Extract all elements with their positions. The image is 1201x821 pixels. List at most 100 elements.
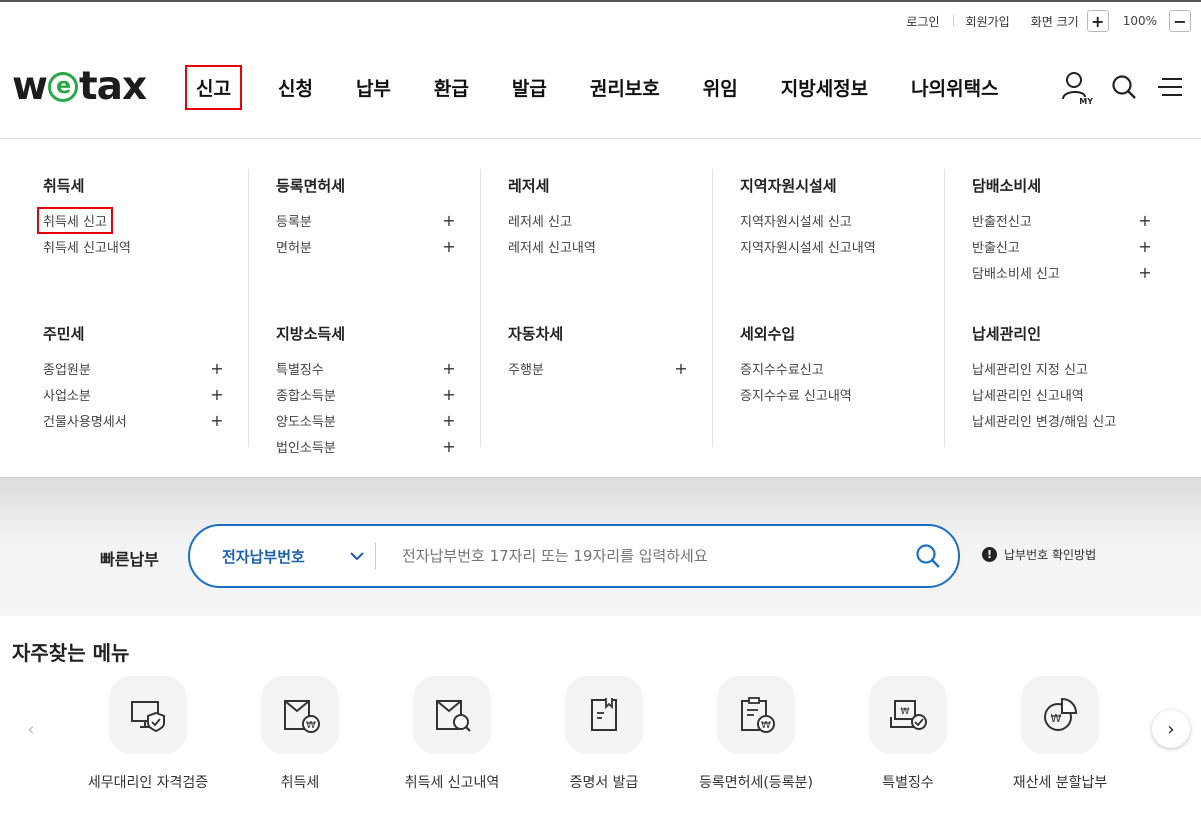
nav-item-localtax-info[interactable]: 지방세정보: [781, 74, 868, 101]
menu-group-acquisition-tax: 취득세 취득세 신고 취득세 신고내역: [37, 175, 224, 259]
zoom-out-button[interactable]: −: [1169, 10, 1191, 32]
nav-item-pay[interactable]: 납부: [356, 74, 391, 101]
menu-item-label: 취득세 신고내역: [43, 240, 131, 256]
frequent-item[interactable]: 세무대리인 자격검증: [72, 676, 224, 792]
expand-plus-icon[interactable]: +: [442, 237, 456, 256]
expand-plus-icon[interactable]: +: [442, 437, 456, 456]
menu-item-driving[interactable]: 주행분 +: [508, 355, 688, 381]
nav-item-apply[interactable]: 신청: [278, 74, 313, 101]
payment-number-input[interactable]: [376, 547, 898, 565]
top-border: [0, 0, 1201, 2]
menu-item-employee[interactable]: 종업원분 +: [43, 355, 224, 381]
expand-plus-icon[interactable]: +: [442, 359, 456, 378]
menu-item-leisure-report[interactable]: 레저세 신고: [508, 207, 688, 233]
svg-text:₩: ₩: [1051, 712, 1062, 725]
menu-item-label: 지역자원시설세 신고내역: [740, 240, 876, 256]
menu-group-title: 지역자원시설세: [740, 177, 837, 195]
menu-item-label: 면허분: [276, 240, 312, 256]
help-label: 납부번호 확인방법: [1004, 548, 1097, 562]
expand-plus-icon[interactable]: +: [1138, 237, 1152, 256]
nav-item-delegation[interactable]: 위임: [703, 74, 738, 101]
expand-plus-icon[interactable]: +: [1138, 263, 1152, 282]
menu-group-registration-license: 등록면허세 등록분 + 면허분 +: [276, 175, 456, 259]
nav-item-issue[interactable]: 발급: [512, 74, 547, 101]
menu-group-title: 취득세: [43, 177, 85, 195]
my-page-icon[interactable]: MY: [1059, 70, 1093, 106]
mega-col-2: 등록면허세 등록분 + 면허분 + 지방소득세 특별징수 + 종합소득분 + 양도소득분…: [248, 169, 480, 456]
expand-plus-icon[interactable]: +: [442, 411, 456, 430]
document-bookmark-icon: [565, 676, 643, 754]
expand-plus-icon[interactable]: +: [442, 385, 456, 404]
menu-group-tobacco-tax: 담배소비세 반출전신고 + 반출신고 + 담배소비세 신고 +: [972, 175, 1152, 285]
frequent-item[interactable]: 취득세 신고내역: [376, 676, 528, 792]
frequent-item[interactable]: 증명서 발급: [528, 676, 680, 792]
nav-item-refund[interactable]: 환급: [434, 74, 469, 101]
nav-item-my-wetax[interactable]: 나의위택스: [911, 74, 998, 101]
frequent-item[interactable]: ₩ 취득세: [224, 676, 376, 792]
nav-item-report[interactable]: 신고: [185, 64, 242, 110]
wetax-logo[interactable]: w e tax: [12, 64, 147, 109]
menu-item-registration[interactable]: 등록분 +: [276, 207, 456, 233]
menu-icon[interactable]: [1155, 70, 1189, 104]
menu-item-comprehensive[interactable]: 종합소득분 +: [276, 381, 456, 407]
signup-link[interactable]: 회원가입: [952, 13, 1023, 30]
frequent-item-label: 취득세: [280, 775, 320, 791]
menu-item-agent-history[interactable]: 납세관리인 신고내역: [972, 381, 1152, 407]
menu-item-acquisition-report[interactable]: 취득세 신고: [37, 206, 224, 234]
menu-item-shipment[interactable]: 반출신고 +: [972, 233, 1152, 259]
menu-item-acquisition-history[interactable]: 취득세 신고내역: [43, 233, 224, 259]
logo-text-tax: tax: [79, 64, 147, 109]
svg-text:₩: ₩: [306, 720, 316, 731]
zoom-in-button[interactable]: +: [1086, 10, 1109, 32]
frequent-item[interactable]: ₩ 특별징수: [832, 676, 984, 792]
carousel-prev-button[interactable]: ‹: [12, 710, 50, 748]
menu-item-tobacco-report[interactable]: 담배소비세 신고 +: [972, 259, 1152, 285]
menu-item-corporate[interactable]: 법인소득분 +: [276, 433, 456, 459]
menu-item-leisure-history[interactable]: 레저세 신고내역: [508, 233, 688, 259]
menu-item-agent-change[interactable]: 납세관리인 변경/해임 신고: [972, 407, 1152, 433]
envelope-won-icon: ₩: [261, 676, 339, 754]
expand-plus-icon[interactable]: +: [210, 411, 224, 430]
menu-item-stamp-fee-report[interactable]: 증지수수료신고: [740, 355, 920, 381]
menu-item-agent-designation[interactable]: 납세관리인 지정 신고: [972, 355, 1152, 381]
mega-col-1: 취득세 취득세 신고 취득세 신고내역 주민세 종업원분 + 사업소분 + 건물사용…: [16, 169, 248, 447]
mega-col-4: 지역자원시설세 지역자원시설세 신고 지역자원시설세 신고내역 세외수입 증지수…: [712, 169, 944, 447]
quick-pay-search-button[interactable]: [898, 543, 958, 569]
menu-item-pre-shipment[interactable]: 반출전신고 +: [972, 207, 1152, 233]
menu-item-regional-history[interactable]: 지역자원시설세 신고내역: [740, 233, 920, 259]
menu-group-non-tax-revenue: 세외수입 증지수수료신고 증지수수료 신고내역: [740, 323, 920, 407]
expand-plus-icon[interactable]: +: [1138, 211, 1152, 230]
menu-item-license[interactable]: 면허분 +: [276, 233, 456, 259]
menu-item-business[interactable]: 사업소분 +: [43, 381, 224, 407]
menu-item-transfer[interactable]: 양도소득분 +: [276, 407, 456, 433]
menu-item-stamp-fee-history[interactable]: 증지수수료 신고내역: [740, 381, 920, 407]
menu-group-local-income-tax: 지방소득세 특별징수 + 종합소득분 + 양도소득분 + 법인소득분 +: [276, 323, 456, 459]
menu-item-special-withholding[interactable]: 특별징수 +: [276, 355, 456, 381]
login-link[interactable]: 로그인: [893, 13, 952, 30]
expand-plus-icon[interactable]: +: [210, 385, 224, 404]
frequent-item[interactable]: ₩ 재산세 분할납부: [984, 676, 1136, 792]
search-icon[interactable]: [1107, 70, 1141, 104]
menu-item-label: 반출신고: [972, 240, 1020, 256]
carousel-next-button[interactable]: ›: [1152, 710, 1190, 748]
payment-type-select[interactable]: 전자납부번호: [190, 542, 376, 570]
menu-item-label: 레저세 신고: [508, 214, 572, 230]
menu-item-label: 증지수수료신고: [740, 362, 824, 378]
expand-plus-icon[interactable]: +: [210, 359, 224, 378]
menu-group-title: 등록면허세: [276, 177, 346, 195]
menu-item-label: 납세관리인 지정 신고: [972, 362, 1088, 378]
frequent-item[interactable]: ₩ 등록면허세(등록분): [680, 676, 832, 792]
mega-col-3: 레저세 레저세 신고 레저세 신고내역 자동차세 주행분 +: [480, 169, 712, 447]
payment-number-help-link[interactable]: ! 납부번호 확인방법: [982, 546, 1096, 563]
expand-plus-icon[interactable]: +: [442, 211, 456, 230]
menu-item-regional-report[interactable]: 지역자원시설세 신고: [740, 207, 920, 233]
envelope-search-icon: [413, 676, 491, 754]
menu-item-label: 사업소분: [43, 388, 91, 404]
expand-plus-icon[interactable]: +: [674, 359, 688, 378]
menu-item-label: 법인소득분: [276, 440, 336, 456]
menu-group-resident-tax: 주민세 종업원분 + 사업소분 + 건물사용명세서 +: [43, 323, 224, 433]
menu-group-leisure-tax: 레저세 레저세 신고 레저세 신고내역: [508, 175, 688, 259]
nav-item-rights[interactable]: 권리보호: [590, 74, 660, 101]
menu-item-building-usage[interactable]: 건물사용명세서 +: [43, 407, 224, 433]
menu-group-title: 레저세: [508, 177, 550, 195]
